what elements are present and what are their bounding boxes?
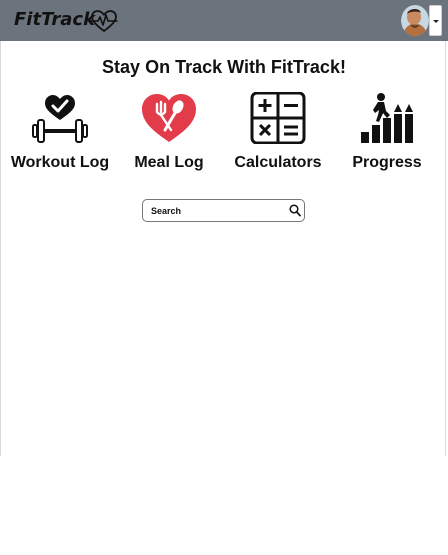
calculator-icon: [250, 92, 306, 144]
tile-label: Workout Log: [10, 154, 110, 171]
search-box: [142, 199, 305, 222]
tile-calculators[interactable]: Calculators: [223, 92, 333, 182]
search-input[interactable]: [151, 203, 281, 218]
caret-down-icon: [433, 20, 439, 23]
brand-logo-link[interactable]: FitTrack: [14, 9, 95, 30]
user-menu-dropdown[interactable]: [429, 5, 442, 36]
heartbeat-heart-icon[interactable]: [90, 9, 118, 33]
tile-label: Progress: [352, 154, 422, 171]
page-headline: Stay On Track With FitTrack!: [102, 57, 346, 77]
tile-meal-log[interactable]: Meal Log: [114, 92, 224, 182]
tile-workout-log[interactable]: Workout Log: [5, 92, 115, 182]
top-navbar: FitTrack: [0, 0, 448, 41]
search-icon[interactable]: [289, 204, 301, 217]
tile-label: Calculators: [234, 154, 322, 171]
dumbbell-heart-icon: [32, 95, 88, 143]
fork-spoon-heart-icon: [142, 94, 196, 142]
tile-label: Meal Log: [134, 154, 204, 171]
person-climbing-stairs-icon: [361, 93, 413, 143]
user-avatar[interactable]: [401, 5, 429, 36]
tile-progress[interactable]: Progress: [332, 92, 442, 182]
